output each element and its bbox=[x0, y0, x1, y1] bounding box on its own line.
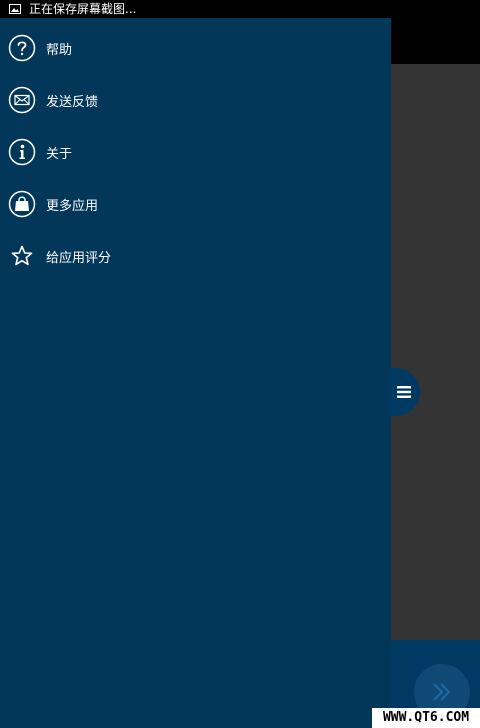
menu-item-label: 关于 bbox=[46, 146, 73, 162]
menu-item-about[interactable]: 关于 bbox=[0, 126, 391, 178]
menu-item-rate-app[interactable]: 给应用评分 bbox=[0, 230, 391, 282]
menu-item-label: 发送反馈 bbox=[46, 94, 99, 110]
menu-item-help[interactable]: 帮助 bbox=[0, 22, 391, 74]
menu-item-label: 帮助 bbox=[46, 42, 73, 58]
watermark: WWW.QT6.COM bbox=[372, 708, 480, 728]
status-bar: 正在保存屏幕截图... bbox=[0, 0, 480, 18]
menu-icon bbox=[397, 386, 411, 398]
mail-icon bbox=[8, 86, 36, 114]
navigation-drawer: 帮助 发送反馈 关于 更多应用 给应用评分 bbox=[0, 18, 391, 728]
menu-item-feedback[interactable]: 发送反馈 bbox=[0, 74, 391, 126]
screen: 正在保存屏幕截图... 帮助 发送反馈 关于 更多应用 给应用评分 WWW.QT… bbox=[0, 0, 480, 728]
help-icon bbox=[8, 34, 36, 62]
star-icon bbox=[8, 242, 36, 270]
status-text: 正在保存屏幕截图... bbox=[29, 2, 137, 16]
menu-item-label: 给应用评分 bbox=[46, 250, 112, 266]
menu-item-label: 更多应用 bbox=[46, 198, 99, 214]
menu-item-more-apps[interactable]: 更多应用 bbox=[0, 178, 391, 230]
shopping-bag-icon bbox=[8, 190, 36, 218]
info-icon bbox=[8, 138, 36, 166]
chevron-double-right-icon bbox=[433, 683, 451, 701]
image-icon bbox=[9, 4, 21, 14]
